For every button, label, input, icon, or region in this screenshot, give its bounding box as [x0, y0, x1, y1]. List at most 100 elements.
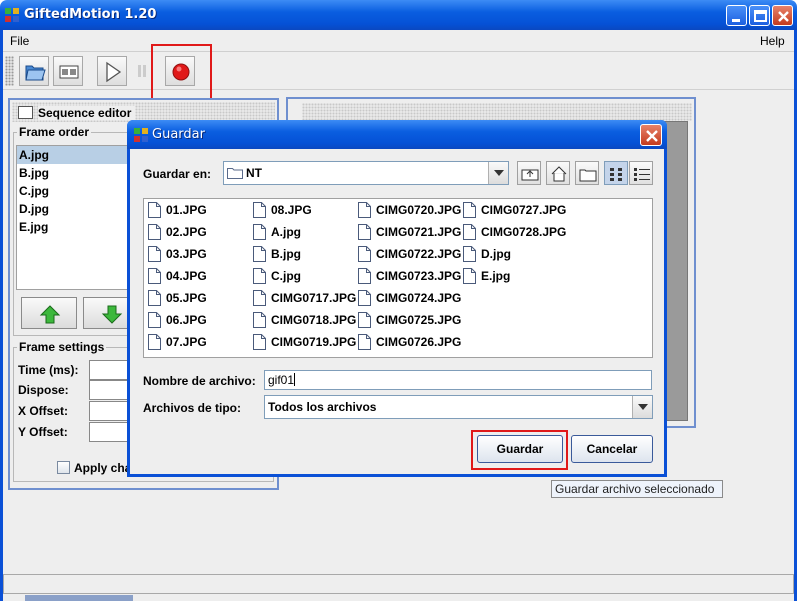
sequence-editor-title: Sequence editor [38, 106, 136, 120]
save-highlight [471, 430, 568, 470]
file-name: 02.JPG [166, 225, 207, 239]
minimize-button[interactable] [726, 5, 747, 26]
move-up-button[interactable] [21, 297, 77, 329]
frame-item-c[interactable]: C.jpg [17, 182, 135, 200]
dialog-body: Guardar en: NT 01.JPG 02.JPG 03.JPG 04.J… [130, 149, 664, 474]
frame-item-a[interactable]: A.jpg [17, 146, 135, 164]
open-button[interactable] [19, 56, 49, 86]
file-name: CIMG0719.JPG [271, 335, 357, 349]
file-icon [253, 246, 266, 262]
file-name: CIMG0723.JPG [376, 269, 462, 283]
file-icon [463, 246, 476, 262]
frame-item-b[interactable]: B.jpg [17, 164, 135, 182]
file-icon [463, 224, 476, 240]
close-button[interactable] [772, 5, 793, 26]
new-folder-button[interactable] [575, 161, 599, 185]
app-icon [134, 128, 148, 142]
frame-list[interactable]: A.jpg B.jpg C.jpg D.jpg E.jpg [16, 145, 136, 290]
record-highlight [151, 44, 212, 101]
file-icon [358, 290, 371, 306]
frame-item-e[interactable]: E.jpg [17, 218, 135, 236]
file-name: CIMG0718.JPG [271, 313, 357, 327]
save-in-dropdown-button[interactable] [488, 162, 508, 184]
apply-checkbox[interactable] [57, 461, 70, 474]
filename-label: Nombre de archivo: [143, 374, 256, 388]
file-list[interactable]: 01.JPG 02.JPG 03.JPG 04.JPG 05.JPG 06.JPG 07.J… [143, 198, 653, 358]
file-icon [358, 202, 371, 218]
y-offset-label: Y Offset: [18, 425, 68, 439]
chevron-down-icon [494, 170, 504, 176]
file-name: C.jpg [271, 269, 301, 283]
filename-value: gif01 [268, 373, 295, 387]
menu-help[interactable]: Help [760, 34, 785, 48]
pause-icon [138, 65, 146, 77]
open-folder-icon [25, 65, 46, 81]
frames-button[interactable] [53, 56, 83, 86]
close-icon [646, 130, 658, 142]
file-name: CIMG0722.JPG [376, 247, 462, 261]
maximize-icon [754, 10, 767, 22]
app-icon [5, 8, 19, 22]
minimize-icon [732, 19, 740, 22]
save-in-combo[interactable]: NT [223, 161, 509, 185]
save-dialog: Guardar Guardar en: NT 01.JPG 02.JPG 03.… [127, 120, 667, 477]
preview-header [302, 103, 692, 121]
dialog-close-button[interactable] [640, 124, 662, 146]
filetype-dropdown-button[interactable] [632, 396, 652, 418]
close-icon [778, 11, 789, 22]
file-icon [358, 334, 371, 350]
x-offset-label: X Offset: [18, 404, 69, 418]
file-icon [148, 224, 161, 240]
file-name: CIMG0726.JPG [376, 335, 462, 349]
time-label: Time (ms): [18, 363, 79, 377]
file-name: CIMG0728.JPG [481, 225, 567, 239]
file-icon [148, 290, 161, 306]
file-name: 03.JPG [166, 247, 207, 261]
home-icon [551, 166, 567, 182]
cancel-button[interactable]: Cancelar [571, 435, 653, 463]
filetype-value: Todos los archivos [268, 400, 377, 414]
toolbar-grip[interactable] [5, 56, 14, 86]
filetype-combo[interactable]: Todos los archivos [264, 395, 653, 419]
file-icon [148, 312, 161, 328]
up-folder-icon [521, 169, 539, 181]
file-name: 05.JPG [166, 291, 207, 305]
file-icon [148, 246, 161, 262]
play-button[interactable] [97, 56, 127, 86]
file-name: CIMG0724.JPG [376, 291, 462, 305]
file-icon [253, 224, 266, 240]
menu-file[interactable]: File [10, 34, 29, 48]
window-icon [18, 106, 33, 119]
up-folder-button[interactable] [517, 161, 541, 185]
time-input[interactable] [89, 360, 129, 380]
dialog-titlebar: Guardar [127, 120, 667, 149]
file-name: 04.JPG [166, 269, 207, 283]
filename-input[interactable]: gif01 [264, 370, 652, 390]
y-offset-input[interactable] [89, 422, 129, 442]
dispose-label: Dispose: [18, 383, 69, 397]
file-name: CIMG0721.JPG [376, 225, 462, 239]
maximize-button[interactable] [749, 5, 770, 26]
chevron-down-icon [638, 404, 648, 410]
file-icon [253, 334, 266, 350]
file-name: E.jpg [481, 269, 511, 283]
bottom-strip-segment [25, 595, 133, 601]
file-icon [253, 202, 266, 218]
list-view-button[interactable] [604, 161, 628, 185]
window-title: GiftedMotion 1.20 [24, 7, 157, 22]
file-icon [463, 202, 476, 218]
pause-button[interactable] [129, 56, 153, 86]
file-name: B.jpg [271, 247, 301, 261]
x-offset-input[interactable] [89, 401, 129, 421]
file-name: CIMG0720.JPG [376, 203, 462, 217]
file-icon [358, 246, 371, 262]
dispose-select[interactable] [89, 380, 129, 400]
details-view-button[interactable] [629, 161, 653, 185]
frame-item-d[interactable]: D.jpg [17, 200, 135, 218]
file-icon [148, 334, 161, 350]
file-name: 07.JPG [166, 335, 207, 349]
text-caret [294, 373, 296, 386]
home-button[interactable] [546, 161, 570, 185]
frames-icon [59, 65, 79, 79]
bottom-strip [3, 595, 794, 601]
